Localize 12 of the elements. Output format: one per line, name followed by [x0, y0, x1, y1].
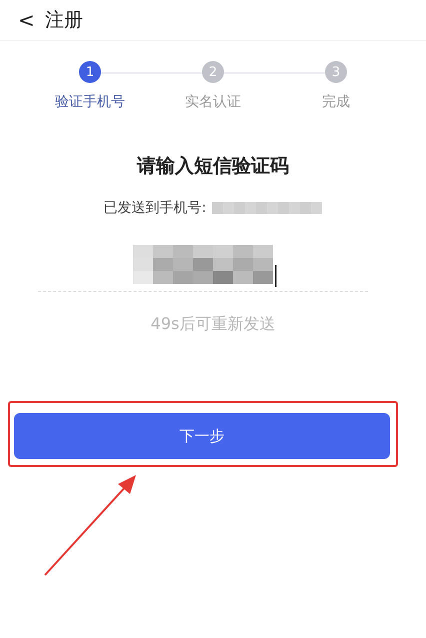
back-button[interactable]: < — [18, 8, 35, 32]
step-number: 3 — [325, 61, 347, 83]
resend-countdown: 49s后可重新发送 — [150, 314, 276, 335]
step-number: 2 — [202, 61, 224, 83]
sent-to-label: 已发送到手机号: — [104, 199, 206, 217]
next-button[interactable]: 下一步 — [14, 413, 390, 459]
step-label: 完成 — [322, 93, 350, 111]
page-title: 注册 — [44, 8, 83, 33]
step-label: 实名认证 — [185, 93, 241, 111]
heading: 请输入短信验证码 — [136, 154, 290, 179]
step-label: 验证手机号 — [55, 93, 125, 111]
step-number: 1 — [79, 61, 101, 83]
